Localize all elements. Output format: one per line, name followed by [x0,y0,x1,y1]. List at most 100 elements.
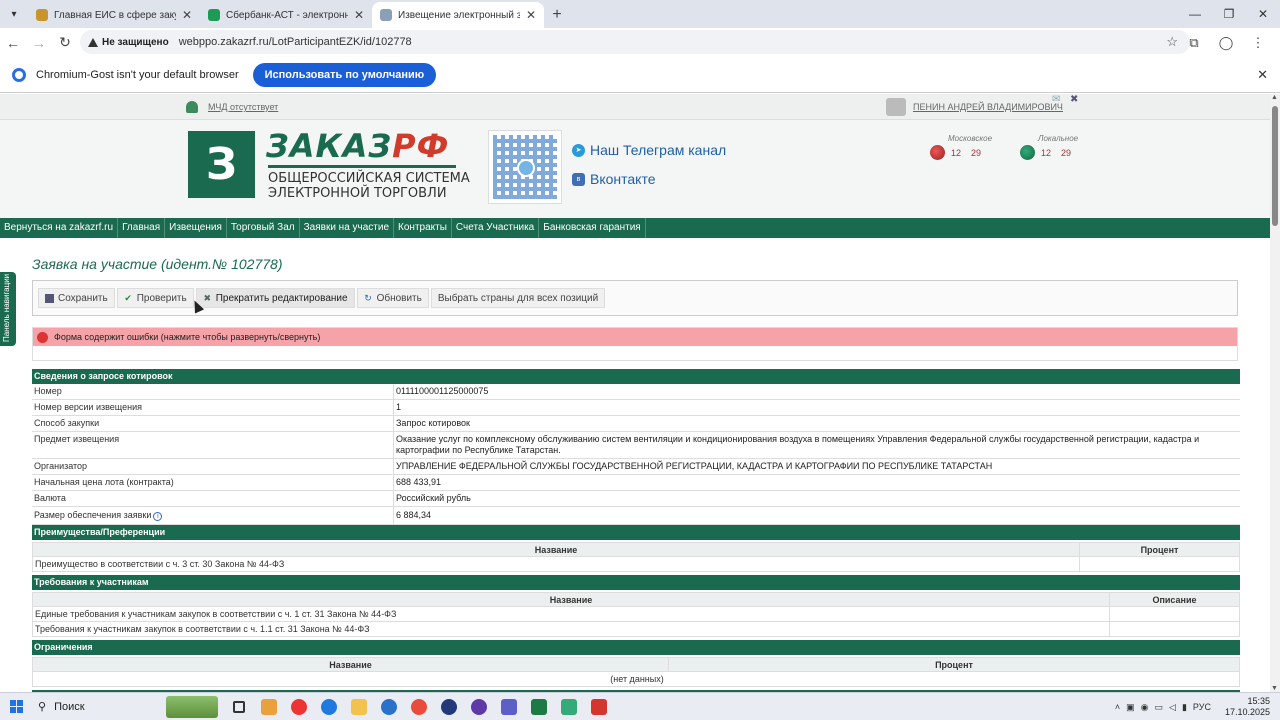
info-key-wrap: Размер обеспечения заявки i [32,507,394,524]
clock-date: 17.10.2025 [1224,707,1270,717]
nav-bank-guarantee[interactable]: Банковская гарантия [539,218,646,238]
restore-icon[interactable]: ❐ [1212,0,1246,28]
forward-icon[interactable]: → [26,30,52,56]
language-indicator[interactable]: РУС [1193,702,1211,712]
error-bar[interactable]: Форма содержит ошибки (нажмите чтобы раз… [33,328,1237,346]
nav-notices[interactable]: Извещения [165,218,227,238]
taskbar-app[interactable] [284,694,314,720]
tab-eis[interactable]: Главная ЕИС в сфере закупок ✕ [28,2,200,28]
save-button[interactable]: Сохранить [38,288,115,308]
scroll-thumb[interactable] [1272,106,1278,226]
vk-link[interactable]: в Вконтакте [572,171,656,187]
section-heading-restrictions[interactable]: Ограничения [32,640,1240,655]
windows-icon [9,700,23,713]
mchd-link[interactable]: МЧД отсутствует [186,101,278,113]
chart-app-icon [561,698,577,715]
error-panel[interactable]: Форма содержит ошибки (нажмите чтобы раз… [32,327,1238,361]
tab-sberbank[interactable]: Сбербанк-АСТ - электронная ✕ [200,2,372,28]
app-icon [441,698,457,715]
tab-close-icon[interactable]: ✕ [526,8,536,22]
taskbar-app[interactable] [584,694,614,720]
nav-back-to-zakazrf[interactable]: Вернуться на zakazrf.ru [0,218,119,238]
logout-icon[interactable]: ✖ [1070,94,1078,105]
infobar-close-icon[interactable]: ✕ [1257,67,1268,83]
reload-icon[interactable]: ↻ [52,30,78,56]
taskbar-search[interactable]: ⚲ Поиск [32,700,166,714]
system-tray: ˄ ▣ ◉ ▭ ◁ ▮ РУС 15:35 17.10.2025 [1115,693,1270,720]
tab-zakazrf[interactable]: Извещение электронный запр ✕ [372,2,544,28]
taskbar-app[interactable] [404,694,434,720]
mail-icon[interactable]: ✉ [1052,94,1060,105]
top-strip: МЧД отсутствует ПЕНИН АНДРЕЙ ВЛАДИМИРОВИ… [0,94,1270,120]
info-key: Начальная цена лота (контракта) [32,475,394,490]
section-heading-preferences[interactable]: Преимущества/Преференции [32,525,1240,540]
bookmark-star-icon[interactable]: ☆ [1166,34,1178,50]
nav-trading-hall[interactable]: Торговый Зал [227,218,300,238]
table-cell-empty: (нет данных) [32,671,1240,687]
taskbar-app[interactable] [434,694,464,720]
nav-home[interactable]: Главная [118,218,166,238]
profile-icon[interactable]: ◯ [1210,30,1242,56]
clock-icon [1020,145,1035,160]
taskbar-app[interactable] [314,694,344,720]
choose-countries-button[interactable]: Выбрать страны для всех позиций [430,288,606,308]
task-view-icon[interactable] [224,694,254,720]
set-default-button[interactable]: Использовать по умолчанию [252,62,437,87]
omnibox[interactable]: Не защищено webppo.zakazrf.ru/LotPartici… [80,30,1190,54]
taskbar-app[interactable] [344,694,374,720]
stop-editing-button[interactable]: ✖ Прекратить редактирование [195,288,355,308]
network-icon[interactable]: ▭ [1155,702,1164,713]
extensions-icon[interactable]: ⧉ [1178,30,1210,56]
scroll-down-icon[interactable]: ▼ [1271,685,1278,692]
page-scrollbar[interactable]: ▲ ▼ [1270,94,1280,692]
warning-icon [88,37,98,47]
battery-icon[interactable]: ▮ [1182,702,1187,713]
info-row: Размер обеспечения заявки i 6 884,34 [32,507,1240,525]
telegram-link[interactable]: ➤ Наш Телеграм канал [572,142,726,158]
nav-accounts[interactable]: Счета Участника [452,218,540,238]
menu-icon[interactable]: ⋮ [1242,30,1274,56]
volume-icon[interactable]: ◁ [1169,702,1176,713]
nav-contracts[interactable]: Контракты [394,218,452,238]
taskbar-app[interactable] [374,694,404,720]
tab-search-icon[interactable]: ▾ [0,0,28,28]
nav-applications[interactable]: Заявки на участие [300,218,395,238]
tab-favicon-icon [36,9,48,21]
navigation-panel-tab[interactable]: Панель навигации [0,272,16,346]
tab-close-icon[interactable]: ✕ [354,8,364,22]
url-text[interactable]: webppo.zakazrf.ru/LotParticipantEZK/id/1… [179,36,412,48]
user-link[interactable]: ПЕНИН АНДРЕЙ ВЛАДИМИРОВИЧ [886,98,1063,116]
taskbar-app[interactable] [554,694,584,720]
taskbar-app[interactable] [524,694,554,720]
start-button[interactable] [0,700,32,713]
taskbar-app[interactable] [494,694,524,720]
section-heading-requirements[interactable]: Требования к участникам [32,575,1240,590]
table-cell: Требования к участникам закупок в соотве… [32,621,1110,637]
back-icon[interactable]: ← [0,30,26,56]
minimize-icon[interactable]: — [1178,0,1212,28]
browser-tab-bar: ▾ Главная ЕИС в сфере закупок ✕ Сбербанк… [0,0,1280,28]
section-heading-quote-info[interactable]: Сведения о запросе котировок [32,369,1240,384]
logo-mark[interactable]: З [188,131,255,198]
table-row: Единые требования к участникам закупок в… [32,606,1240,622]
scroll-up-icon[interactable]: ▲ [1271,94,1278,101]
logo-subtitle-line: ЭЛЕКТРОННОЙ ТОРГОВЛИ [268,186,447,201]
check-button[interactable]: ✔ Проверить [116,288,194,308]
refresh-button[interactable]: ↻ Обновить [356,288,429,308]
tray-chevron-icon[interactable]: ˄ [1115,702,1120,712]
taskbar-app[interactable] [254,694,284,720]
taskbar-clock[interactable]: 15:35 17.10.2025 [1225,696,1270,718]
logo-name[interactable]: ЗАКАЗРФ [266,127,449,165]
info-icon[interactable]: i [153,512,163,521]
close-window-icon[interactable]: ✕ [1246,0,1280,28]
widgets-icon[interactable] [166,695,218,718]
tray-app-icon[interactable]: ◉ [1141,702,1149,713]
tab-close-icon[interactable]: ✕ [182,8,192,22]
site-header: З ЗАКАЗРФ ОБЩЕРОССИЙСКАЯ СИСТЕМА ЭЛЕКТРО… [0,120,1270,218]
clock-minutes: 29 [971,147,982,158]
main-nav: Вернуться на zakazrf.ru Главная Извещени… [0,218,1270,238]
taskbar-app[interactable] [464,694,494,720]
tray-app-icon[interactable]: ▣ [1126,702,1135,713]
security-indicator[interactable]: Не защищено [88,37,169,48]
new-tab-button[interactable]: + [544,2,570,28]
